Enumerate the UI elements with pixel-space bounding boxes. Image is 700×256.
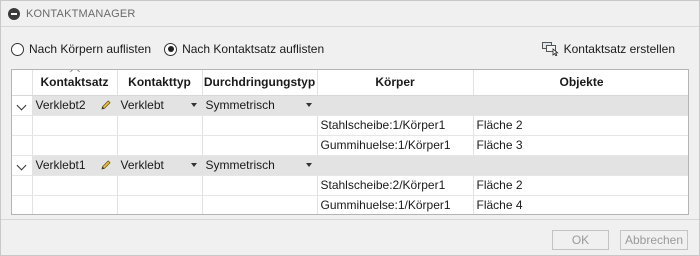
blank-cell (202, 135, 318, 156)
contact-set-name-cell[interactable]: Verklebt1 (32, 155, 118, 176)
penetration-type-value: Symmetrisch (205, 158, 275, 172)
object-cell[interactable]: Fläche 2 (473, 175, 688, 196)
panel-header[interactable]: KONTAKTMANAGER (1, 1, 699, 27)
object-cell[interactable]: Fläche 2 (473, 115, 688, 136)
header-contact-set[interactable]: Kontaktsatz (32, 70, 118, 96)
list-by-bodies-label[interactable]: Nach Körpern auflisten (29, 42, 151, 56)
header-penetration-type[interactable]: Durchdringungstyp (202, 70, 318, 96)
contact-set-name: Verklebt1 (35, 158, 86, 172)
blank-cell (32, 115, 118, 136)
contact-type-select[interactable]: Verklebt (117, 155, 203, 176)
create-contact-set-label: Kontaktsatz erstellen (563, 42, 675, 56)
pencil-icon[interactable] (100, 159, 112, 171)
ok-button[interactable]: OK (552, 230, 609, 250)
header-expander (12, 70, 33, 96)
contact-manager-dialog: KONTAKTMANAGER Nach Körpern auflisten Na… (0, 0, 700, 256)
bodies-cell (317, 155, 474, 176)
expander-blank (12, 175, 33, 196)
penetration-type-select[interactable]: Symmetrisch (202, 95, 318, 116)
contact-type-value: Verklebt (120, 158, 164, 172)
body-cell[interactable]: Gummihuelse:1/Körper1 (317, 135, 474, 156)
cancel-button[interactable]: Abbrechen (620, 230, 688, 250)
expand-toggle[interactable] (12, 155, 33, 176)
dialog-footer: OK Abbrechen (1, 219, 699, 255)
contact-set-row[interactable]: Verklebt1 Verklebt Symmetrisch (12, 155, 688, 176)
create-contact-set-button[interactable]: Kontaktsatz erstellen (541, 42, 675, 56)
chevron-down-icon (190, 103, 197, 107)
contact-table: Kontaktsatz Kontakttyp Durchdringungstyp… (11, 69, 689, 215)
penetration-type-select[interactable]: Symmetrisch (202, 155, 318, 176)
body-cell[interactable]: Stahlscheibe:1/Körper1 (317, 115, 474, 136)
body-cell[interactable]: Gummihuelse:1/Körper1 (317, 195, 474, 214)
expander-blank (12, 115, 33, 136)
table-row[interactable]: Stahlscheibe:2/Körper1 Fläche 2 (12, 175, 688, 196)
body-cell[interactable]: Stahlscheibe:2/Körper1 (317, 175, 474, 196)
table-row[interactable]: Stahlscheibe:1/Körper1 Fläche 2 (12, 115, 688, 136)
blank-cell (32, 175, 118, 196)
expander-blank (12, 195, 33, 214)
objects-cell (473, 95, 688, 116)
header-bodies[interactable]: Körper (317, 70, 474, 96)
object-cell[interactable]: Fläche 4 (473, 195, 688, 214)
expand-toggle[interactable] (12, 95, 33, 116)
chevron-down-icon (16, 160, 27, 171)
chevron-down-icon (16, 100, 27, 111)
list-by-contact-set-radio[interactable] (164, 42, 178, 56)
contact-set-row[interactable]: Verklebt2 Verklebt Symmetrisch (12, 95, 688, 116)
chevron-down-icon (305, 103, 312, 107)
blank-cell (32, 195, 118, 214)
create-contact-set-icon (541, 42, 559, 56)
collapse-icon[interactable] (8, 7, 20, 20)
contact-set-name-cell[interactable]: Verklebt2 (32, 95, 118, 116)
chevron-down-icon (190, 163, 197, 167)
contact-type-value: Verklebt (120, 98, 164, 112)
panel-title: KONTAKTMANAGER (26, 7, 136, 20)
header-objects[interactable]: Objekte (473, 70, 688, 96)
objects-cell (473, 155, 688, 176)
blank-cell (202, 115, 318, 136)
object-cell[interactable]: Fläche 3 (473, 135, 688, 156)
pencil-icon[interactable] (100, 99, 112, 111)
blank-cell (32, 135, 118, 156)
blank-cell (117, 195, 203, 214)
list-by-contact-set-label[interactable]: Nach Kontaktsatz auflisten (182, 42, 324, 56)
blank-cell (117, 175, 203, 196)
header-contact-type[interactable]: Kontakttyp (117, 70, 203, 96)
list-mode-options: Nach Körpern auflisten Nach Kontaktsatz … (11, 42, 337, 56)
contact-type-select[interactable]: Verklebt (117, 95, 203, 116)
blank-cell (202, 175, 318, 196)
penetration-type-value: Symmetrisch (205, 98, 275, 112)
expander-blank (12, 135, 33, 156)
chevron-down-icon (305, 163, 312, 167)
table-row[interactable]: Gummihuelse:1/Körper1 Fläche 3 (12, 135, 688, 156)
table-row[interactable]: Gummihuelse:1/Körper1 Fläche 4 (12, 195, 688, 214)
list-by-bodies-radio[interactable] (11, 42, 24, 56)
blank-cell (117, 135, 203, 156)
blank-cell (117, 115, 203, 136)
blank-cell (202, 195, 318, 214)
contact-set-name: Verklebt2 (35, 98, 86, 112)
table-header-row: Kontaktsatz Kontakttyp Durchdringungstyp… (12, 70, 688, 96)
bodies-cell (317, 95, 474, 116)
